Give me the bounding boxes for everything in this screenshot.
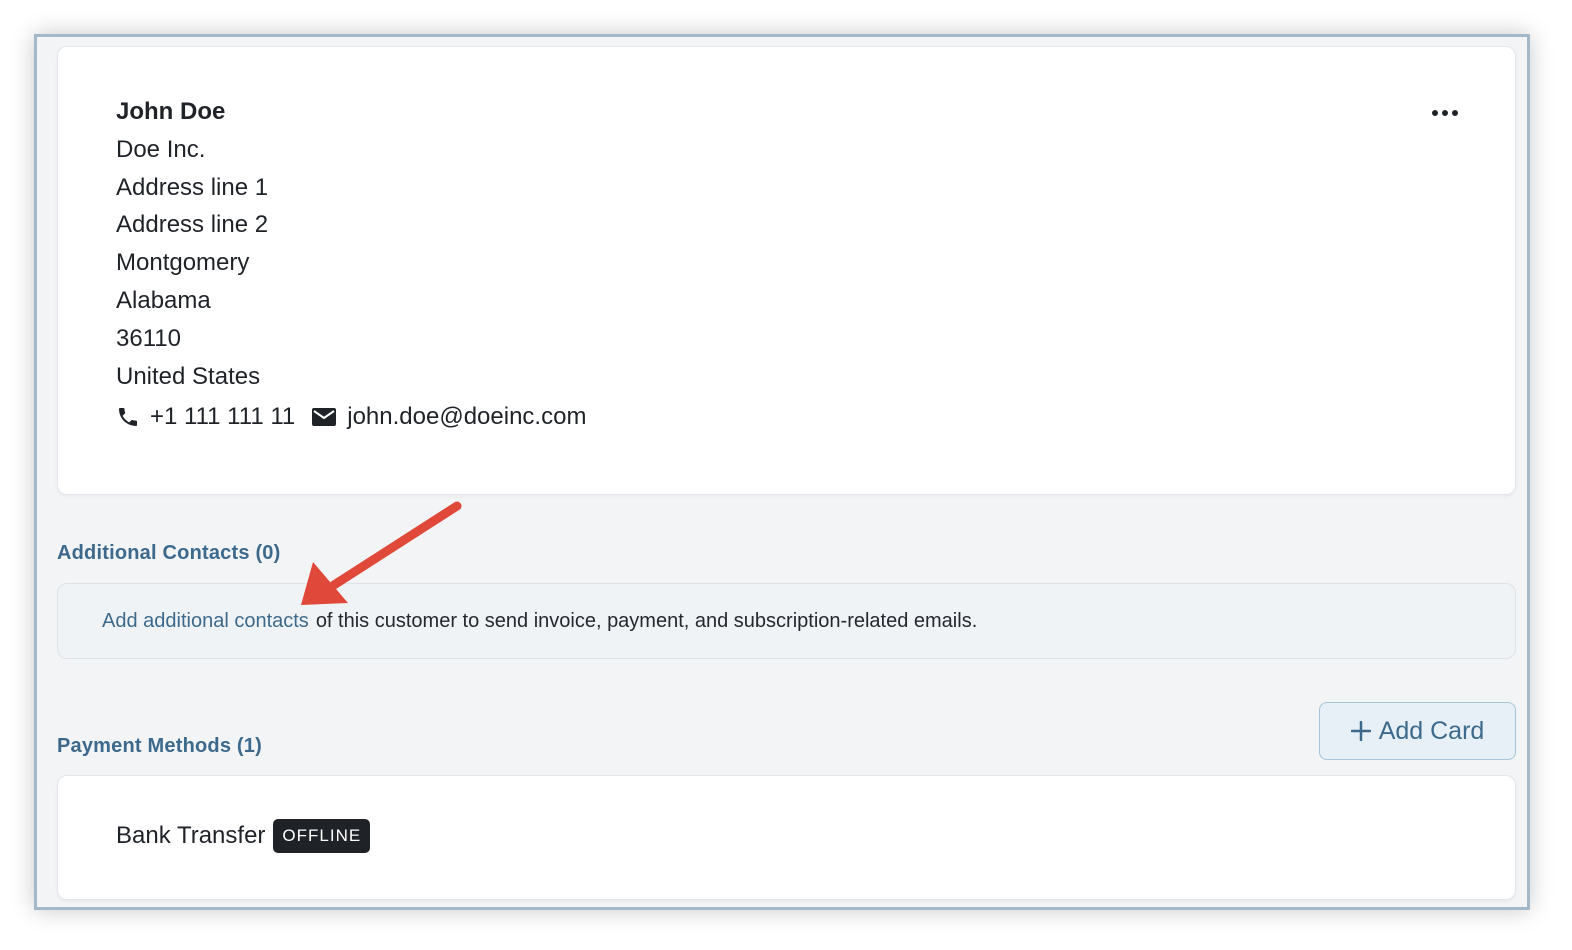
contact-row: +1 111 111 11 john.doe@doeinc.com [116,399,586,435]
customer-address-block: John Doe Doe Inc. Address line 1 Address… [116,93,268,395]
email-address[interactable]: john.doe@doeinc.com [347,403,586,431]
address-state: Alabama [116,286,211,314]
add-additional-contacts-link[interactable]: Add additional contacts [102,610,309,633]
screenshot-frame: John Doe Doe Inc. Address line 1 Address… [34,34,1530,910]
phone-number: +1 111 111 11 [150,403,296,430]
payment-methods-title: Payment Methods (1) [57,735,262,757]
customer-name: John Doe [116,98,226,125]
additional-contacts-info: Add additional contacts of this customer… [57,583,1516,659]
customer-company: Doe Inc. [116,135,206,163]
add-card-label: Add Card [1378,716,1485,745]
more-horizontal-icon [1431,104,1459,122]
offline-badge: OFFLINE [273,819,371,853]
address-line-2: Address line 2 [116,211,269,239]
payment-method-name: Bank Transfer [116,822,266,849]
address-city: Montgomery [116,249,250,277]
mail-icon [311,406,337,428]
additional-contacts-title: Additional Contacts (0) [57,542,281,564]
payment-method-item[interactable]: Bank Transfer OFFLINE [116,819,371,853]
address-zip: 36110 [116,324,181,352]
customer-contact-card: John Doe Doe Inc. Address line 1 Address… [57,46,1516,495]
more-options-button[interactable] [1425,99,1465,127]
add-card-button[interactable]: Add Card [1319,702,1516,760]
address-line-1: Address line 1 [116,173,269,201]
phone-icon [116,405,140,429]
address-country: United States [116,362,261,390]
payment-method-card: Bank Transfer OFFLINE [57,775,1516,900]
plus-icon [1350,721,1371,741]
additional-contacts-description: of this customer to send invoice, paymen… [315,609,978,632]
